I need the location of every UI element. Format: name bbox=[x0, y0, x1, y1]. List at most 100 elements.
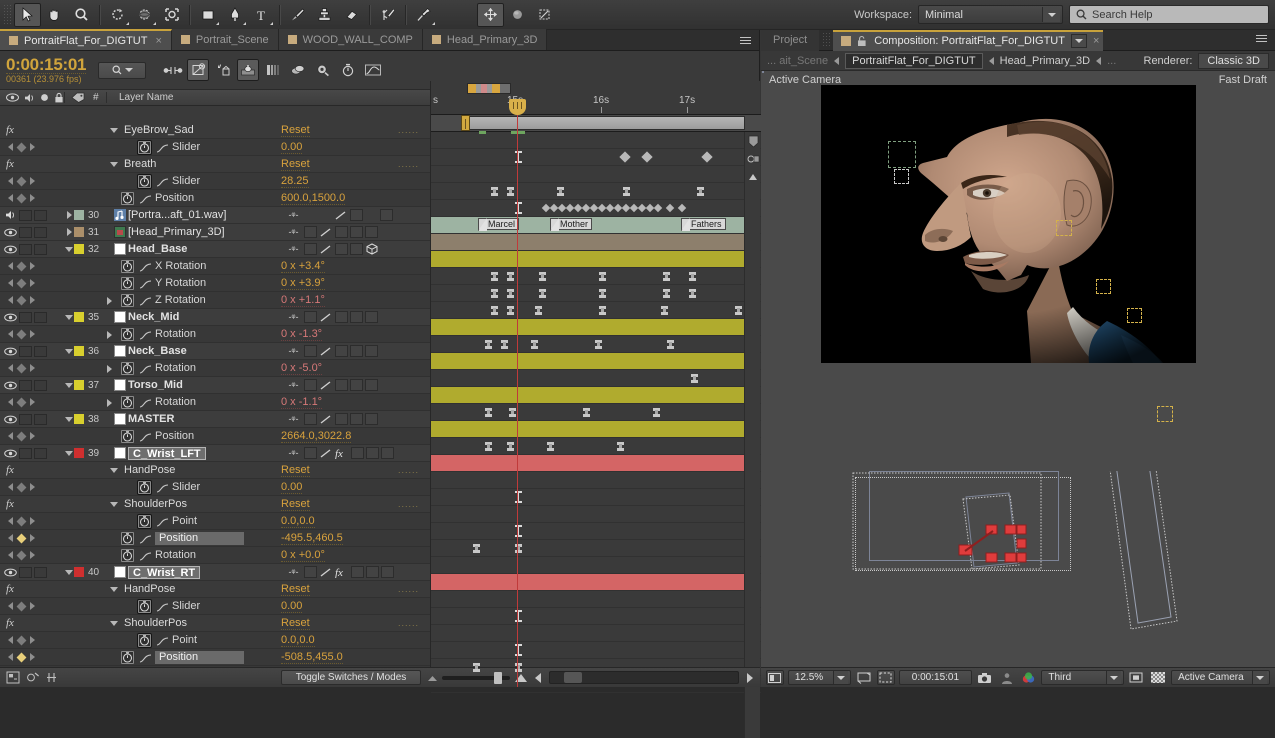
stopwatch-icon[interactable] bbox=[121, 532, 134, 545]
quality-switch-icon[interactable] bbox=[319, 567, 333, 578]
prev-keyframe-icon[interactable] bbox=[8, 262, 13, 270]
keyframe-marker[interactable] bbox=[735, 306, 742, 315]
prev-keyframe-icon[interactable] bbox=[8, 483, 13, 491]
audio-toggle-box[interactable] bbox=[19, 447, 32, 459]
effect-name[interactable]: EyeBrow_Sad bbox=[124, 124, 194, 136]
camera-view-select[interactable]: Active Camera bbox=[1171, 670, 1270, 685]
timeline-row-3[interactable] bbox=[431, 183, 761, 200]
timeline-graph-area[interactable]: s15s16s17s MarcelMotherFathers bbox=[430, 81, 761, 738]
effect-reset-link[interactable]: Reset bbox=[281, 583, 310, 596]
keyframe-toggle-icon[interactable] bbox=[16, 261, 27, 271]
expand-triangle-icon[interactable] bbox=[65, 246, 73, 252]
graph-editor-icon[interactable] bbox=[155, 482, 169, 493]
layer-switch-box[interactable] bbox=[365, 226, 378, 238]
layer-switch-box[interactable] bbox=[351, 566, 364, 578]
scale-gizmo-icon[interactable] bbox=[531, 3, 558, 27]
av-features[interactable] bbox=[0, 564, 64, 580]
timeline-row-23[interactable] bbox=[431, 523, 761, 540]
comp-tab-2[interactable]: WOOD_WALL_COMP bbox=[278, 29, 423, 50]
graph-editor-icon[interactable] bbox=[155, 176, 169, 187]
viewer-panel-menu-button[interactable] bbox=[1256, 33, 1267, 44]
keyframe-diamond[interactable] bbox=[619, 151, 631, 163]
draft-3d-icon[interactable] bbox=[187, 59, 210, 81]
shy-switch[interactable]: -ᵠ- bbox=[285, 448, 302, 458]
stopwatch-icon[interactable] bbox=[138, 600, 151, 613]
property-name[interactable]: Slider bbox=[172, 600, 200, 612]
video-toggle-icon[interactable] bbox=[4, 228, 17, 237]
keyframe-marker[interactable] bbox=[583, 408, 590, 417]
av-features[interactable] bbox=[0, 241, 64, 257]
viewer-canvas[interactable]: Active Camera Fast Draft bbox=[761, 71, 1275, 687]
property-name[interactable]: Position bbox=[155, 430, 194, 442]
resolution-select[interactable]: Third bbox=[1041, 670, 1124, 685]
hide-shy-layers-icon[interactable] bbox=[26, 671, 40, 684]
prev-keyframe-icon[interactable] bbox=[8, 551, 13, 559]
property-value[interactable]: 0 x +3.9° bbox=[281, 277, 325, 290]
stopwatch-icon[interactable] bbox=[121, 192, 134, 205]
keyframe-marker[interactable] bbox=[653, 408, 660, 417]
keyframe-navigator[interactable] bbox=[0, 363, 48, 373]
work-area-start-handle[interactable] bbox=[461, 115, 470, 131]
region-of-interest-icon[interactable] bbox=[876, 670, 895, 685]
zoom-out-icon[interactable] bbox=[427, 674, 438, 682]
layer-switch-box[interactable] bbox=[366, 447, 379, 459]
property-name[interactable]: Slider bbox=[172, 141, 200, 153]
graph-editor-icon[interactable] bbox=[138, 261, 152, 272]
prev-keyframe-icon[interactable] bbox=[8, 602, 13, 610]
keyframe-marker[interactable] bbox=[507, 187, 514, 196]
timeline-row-22[interactable] bbox=[431, 506, 761, 523]
next-keyframe-icon[interactable] bbox=[30, 296, 35, 304]
quality-switch-icon[interactable] bbox=[319, 312, 333, 323]
timeline-row-19[interactable] bbox=[431, 455, 761, 472]
expand-triangle-icon[interactable] bbox=[110, 502, 118, 507]
keyframe-marker[interactable] bbox=[663, 272, 670, 281]
keyframe-marker[interactable] bbox=[509, 408, 516, 417]
playhead-handle[interactable] bbox=[509, 99, 526, 115]
property-value[interactable]: -495.5,460.5 bbox=[281, 532, 343, 545]
property-name[interactable]: Rotation bbox=[155, 328, 196, 340]
expand-triangle-icon[interactable] bbox=[107, 365, 112, 373]
keyframe-marker[interactable] bbox=[697, 187, 704, 196]
stopwatch-icon[interactable] bbox=[138, 634, 151, 647]
layer-switch-box[interactable] bbox=[350, 379, 363, 391]
3d-switch-icon[interactable] bbox=[365, 243, 378, 255]
layer-switches[interactable]: -ᵠ- bbox=[285, 207, 435, 223]
layer-switch-box[interactable] bbox=[350, 413, 363, 425]
magnification-select[interactable]: 12.5% bbox=[787, 670, 852, 685]
next-keyframe-icon[interactable] bbox=[30, 364, 35, 372]
property-name[interactable]: Rotation bbox=[155, 362, 196, 374]
keyframe-diamond[interactable] bbox=[677, 203, 687, 213]
keyframe-navigator[interactable] bbox=[0, 142, 48, 152]
timeline-row-26[interactable] bbox=[431, 574, 761, 591]
expand-triangle-icon[interactable] bbox=[65, 416, 73, 422]
stopwatch-icon[interactable] bbox=[121, 328, 134, 341]
layer-switch-box[interactable] bbox=[304, 311, 317, 323]
audio-toggle-box[interactable] bbox=[19, 226, 32, 238]
expand-toggle[interactable] bbox=[64, 241, 74, 257]
keyframe-marker[interactable] bbox=[557, 187, 564, 196]
anchor-point-box[interactable] bbox=[1096, 279, 1111, 294]
quality-switch-icon[interactable] bbox=[319, 244, 333, 255]
effect-name[interactable]: HandPose bbox=[124, 464, 175, 476]
prev-keyframe-icon[interactable] bbox=[8, 143, 13, 151]
always-preview-icon[interactable] bbox=[766, 670, 784, 685]
viewer-tab-grip[interactable] bbox=[822, 32, 832, 48]
orbit-camera-tool[interactable] bbox=[131, 3, 158, 27]
layer-switch-box[interactable] bbox=[365, 345, 378, 357]
comp-flowchart-icon[interactable] bbox=[6, 671, 20, 684]
keyframe-navigator[interactable] bbox=[0, 550, 48, 560]
graph-editor-icon[interactable] bbox=[138, 397, 152, 408]
keyframe-toggle-icon[interactable] bbox=[16, 550, 27, 560]
viewer-timecode[interactable]: 0:00:15:01 bbox=[898, 670, 973, 685]
anchor-point-box[interactable] bbox=[1056, 220, 1072, 236]
keyframe-marker[interactable] bbox=[691, 374, 698, 383]
choose-grid-guides-icon[interactable] bbox=[855, 670, 873, 685]
keyframe-navigator[interactable] bbox=[0, 329, 48, 339]
property-name[interactable]: Slider bbox=[172, 175, 200, 187]
property-name[interactable]: Z Rotation bbox=[155, 294, 206, 306]
audio-marker-2[interactable]: Fathers bbox=[681, 218, 726, 230]
graph-editor-icon[interactable] bbox=[138, 278, 152, 289]
solo-toggle-box[interactable] bbox=[34, 413, 47, 425]
shy-switch[interactable]: -ᵠ- bbox=[285, 380, 302, 390]
quality-switch-icon[interactable] bbox=[319, 380, 333, 391]
